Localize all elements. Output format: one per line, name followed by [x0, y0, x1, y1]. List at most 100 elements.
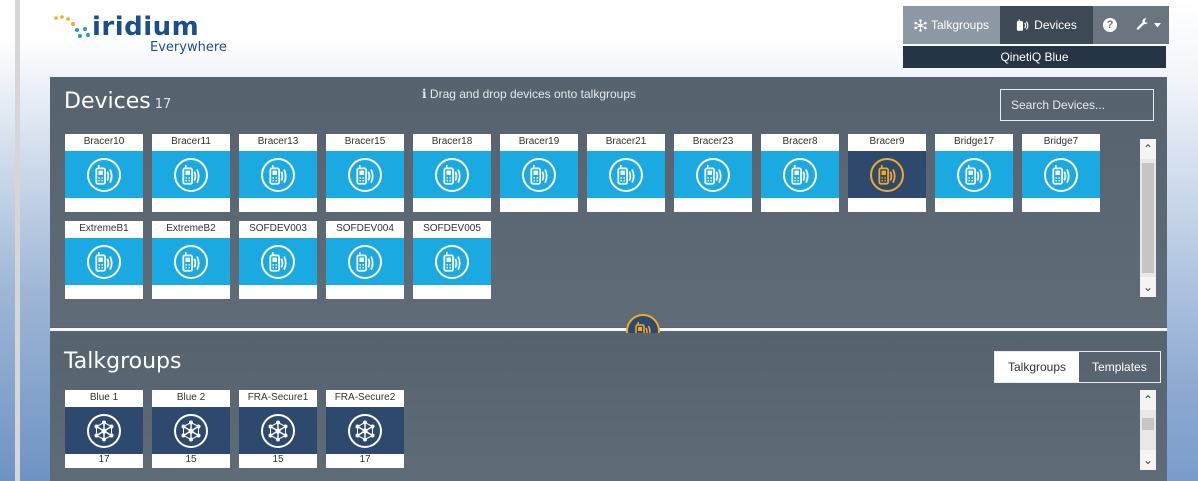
chevron-down-icon — [1153, 22, 1161, 27]
drag-hint-text: Drag and drop devices onto talkgroups — [429, 87, 637, 101]
device-icon-area — [326, 238, 404, 285]
satellite-phone-icon — [530, 164, 548, 185]
device-icon-ring — [348, 157, 382, 192]
talkgroup-member-count: 17 — [98, 454, 110, 465]
logo-tagline: Everywhere — [150, 40, 227, 55]
device-icon-area — [152, 151, 230, 198]
device-name: Bracer23 — [692, 136, 734, 147]
satellite-phone-icon — [182, 251, 200, 272]
talkgroups-view-toggle: Talkgroups Templates — [994, 351, 1161, 383]
talkgroups-scroll-thumb[interactable] — [1142, 418, 1154, 430]
device-footer — [848, 198, 926, 212]
device-tile[interactable]: Bracer21 — [587, 134, 665, 212]
satellite-phone-icon — [269, 251, 287, 272]
satellite-phone-icon — [617, 164, 635, 185]
device-tile[interactable]: Bracer11 — [152, 134, 230, 212]
device-icon-area — [500, 151, 578, 198]
device-icon-ring — [174, 157, 208, 192]
device-footer — [413, 198, 491, 212]
device-name: SOFDEV005 — [423, 223, 481, 234]
device-icon-ring — [696, 157, 730, 192]
window-scroll-edge — [15, 0, 20, 481]
devices-count: 17 — [154, 97, 172, 112]
device-icon-area — [1022, 151, 1100, 198]
wrench-icon — [1136, 18, 1148, 30]
device-footer — [500, 198, 578, 212]
device-icon-ring — [783, 157, 817, 192]
talkgroup-icon-ring — [348, 413, 382, 448]
device-icon-area — [326, 151, 404, 198]
satellite-phone-icon — [878, 164, 896, 185]
device-name: SOFDEV004 — [336, 223, 394, 234]
help-button[interactable]: ? — [1093, 6, 1127, 44]
satellite-phone-icon — [443, 251, 461, 272]
device-tile[interactable]: Bridge17 — [935, 134, 1013, 212]
device-phone-icon — [1017, 18, 1029, 31]
device-tile[interactable]: Bracer15 — [326, 134, 404, 212]
talkgroups-scrollbar[interactable]: ⌃ ⌄ — [1140, 390, 1156, 470]
device-tile[interactable]: ExtremeB2 — [152, 221, 230, 299]
device-tile[interactable]: Bridge7 — [1022, 134, 1100, 212]
device-grid: Bracer10 Bracer11 Bracer13 Bracer15 Brac… — [65, 134, 1145, 308]
device-tile[interactable]: Bracer19 — [500, 134, 578, 212]
talkgroup-tile[interactable]: Blue 2 15 — [152, 390, 230, 468]
device-icon-ring — [870, 157, 904, 192]
device-footer — [65, 285, 143, 299]
device-footer — [1022, 198, 1100, 212]
device-icon-ring — [87, 244, 121, 279]
tab-templates[interactable]: Templates — [1079, 352, 1160, 382]
device-name: Bridge17 — [953, 136, 995, 147]
talkgroup-tile[interactable]: FRA-Secure1 15 — [239, 390, 317, 468]
device-name: Bracer18 — [431, 136, 473, 147]
device-tile[interactable]: Bracer18 — [413, 134, 491, 212]
device-icon-area — [674, 151, 752, 198]
device-name: Bracer21 — [605, 136, 647, 147]
devices-scrollbar[interactable]: ⌃ ⌄ — [1140, 139, 1156, 297]
scroll-up-icon[interactable]: ⌃ — [1140, 139, 1156, 159]
device-icon-ring — [261, 157, 295, 192]
device-icon-area — [935, 151, 1013, 198]
logo-dots-icon — [54, 15, 90, 38]
device-tile[interactable]: SOFDEV003 — [239, 221, 317, 299]
device-icon-ring — [348, 244, 382, 279]
device-footer — [239, 198, 317, 212]
nav-devices-button[interactable]: Devices — [1000, 6, 1093, 44]
scroll-up-icon[interactable]: ⌃ — [1140, 390, 1156, 410]
network-hub-icon — [94, 420, 114, 441]
satellite-phone-icon — [443, 164, 461, 185]
device-tile[interactable]: Bracer10 — [65, 134, 143, 212]
talkgroup-tile[interactable]: FRA-Secure2 17 — [326, 390, 404, 468]
device-icon-area — [239, 151, 317, 198]
device-tile[interactable]: ExtremeB1 — [65, 221, 143, 299]
search-devices-input[interactable] — [1000, 89, 1154, 121]
panel-divider-line[interactable] — [50, 328, 1167, 331]
device-name: Bracer11 — [171, 136, 211, 147]
settings-menu-button[interactable] — [1127, 6, 1169, 44]
device-tile[interactable]: Bracer9 — [848, 134, 926, 212]
devices-scroll-thumb[interactable] — [1142, 163, 1154, 273]
organization-label[interactable]: QinetiQ Blue — [903, 46, 1166, 68]
talkgroup-grid: Blue 1 17 Blue 2 15 FRA-Secure1 15 FRA-S… — [65, 390, 1145, 477]
satellite-phone-icon — [1052, 164, 1070, 185]
satellite-phone-icon — [95, 251, 113, 272]
devices-title-text: Devices — [64, 89, 151, 114]
device-name: Bracer15 — [344, 136, 386, 147]
scroll-down-icon[interactable]: ⌄ — [1140, 277, 1156, 297]
device-tile[interactable]: Bracer23 — [674, 134, 752, 212]
talkgroup-icon-ring — [174, 413, 208, 448]
device-icon-ring — [435, 157, 469, 192]
device-footer — [587, 198, 665, 212]
device-tile[interactable]: SOFDEV004 — [326, 221, 404, 299]
device-tile[interactable]: SOFDEV005 — [413, 221, 491, 299]
nav-talkgroups-button[interactable]: Talkgroups — [903, 6, 1000, 44]
device-tile[interactable]: Bracer13 — [239, 134, 317, 212]
info-icon: i — [422, 87, 427, 101]
tab-talkgroups[interactable]: Talkgroups — [995, 352, 1080, 382]
device-icon-ring — [609, 157, 643, 192]
device-icon-area — [152, 238, 230, 285]
device-name: Bracer19 — [518, 136, 560, 147]
talkgroup-member-count: 17 — [359, 454, 371, 465]
scroll-down-icon[interactable]: ⌄ — [1140, 450, 1156, 470]
device-tile[interactable]: Bracer8 — [761, 134, 839, 212]
talkgroup-tile[interactable]: Blue 1 17 — [65, 390, 143, 468]
